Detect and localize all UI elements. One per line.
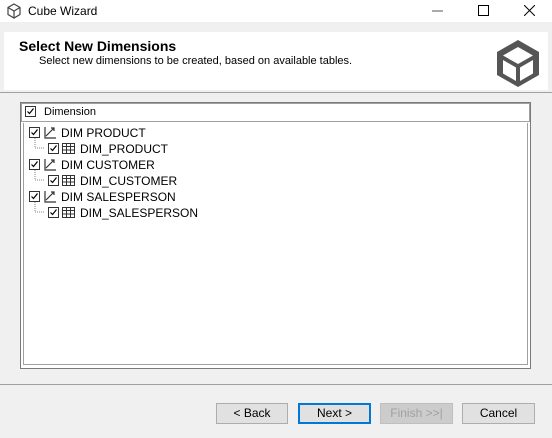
maximize-button[interactable] xyxy=(460,0,506,22)
check-icon xyxy=(31,161,38,168)
check-icon xyxy=(50,209,57,216)
tree-row-table-dim-product[interactable]: DIM_PRODUCT xyxy=(24,141,324,157)
dimension-label: DIM CUSTOMER xyxy=(61,158,155,172)
check-icon xyxy=(50,177,57,184)
check-icon xyxy=(31,193,38,200)
check-icon xyxy=(50,145,57,152)
window-title: Cube Wizard xyxy=(28,4,98,18)
tree-column-header[interactable]: Dimension xyxy=(21,103,530,122)
next-button[interactable]: Next > xyxy=(298,403,371,424)
title-bar: Cube Wizard xyxy=(0,0,552,22)
table-label: DIM_PRODUCT xyxy=(80,142,169,156)
maximize-icon xyxy=(478,5,489,16)
dimension-tree[interactable]: Dimension DIM PRODUCT DIM_PRODUCT DIM CU… xyxy=(20,102,531,369)
tree-body[interactable]: DIM PRODUCT DIM_PRODUCT DIM CUSTOMER DIM… xyxy=(23,123,528,365)
footer-divider xyxy=(0,384,552,385)
table-label: DIM_CUSTOMER xyxy=(80,174,178,188)
tree-row-dim-customer[interactable]: DIM CUSTOMER xyxy=(24,157,324,173)
dimension-checkbox[interactable] xyxy=(29,127,40,138)
table-checkbox[interactable] xyxy=(48,175,59,186)
close-icon xyxy=(524,5,535,16)
dimension-checkbox[interactable] xyxy=(29,191,40,202)
page-title: Select New Dimensions xyxy=(19,38,177,54)
select-all-checkbox[interactable] xyxy=(25,106,36,117)
table-label: DIM_SALESPERSON xyxy=(80,206,199,220)
minimize-icon xyxy=(432,10,443,12)
dimension-checkbox[interactable] xyxy=(29,159,40,170)
tree-row-dim-salesperson[interactable]: DIM SALESPERSON xyxy=(24,189,324,205)
cancel-button[interactable]: Cancel xyxy=(462,403,535,424)
check-icon xyxy=(27,108,34,115)
header-divider xyxy=(0,92,552,93)
tree-row-dim-product[interactable]: DIM PRODUCT xyxy=(24,125,324,141)
wizard-header: Select New Dimensions Select new dimensi… xyxy=(4,32,548,90)
tree-row-table-dim-salesperson[interactable]: DIM_SALESPERSON xyxy=(24,205,324,221)
column-header-label: Dimension xyxy=(44,106,96,118)
table-icon xyxy=(62,207,75,221)
page-subtitle: Select new dimensions to be created, bas… xyxy=(39,55,353,67)
table-checkbox[interactable] xyxy=(48,143,59,154)
cube-logo-icon xyxy=(493,37,543,89)
finish-button: Finish >>| xyxy=(380,403,453,424)
dimension-label: DIM PRODUCT xyxy=(61,126,146,140)
close-button[interactable] xyxy=(506,0,552,22)
table-icon xyxy=(62,143,75,157)
cube-icon xyxy=(6,3,22,19)
back-button[interactable]: < Back xyxy=(216,403,288,424)
table-icon xyxy=(62,175,75,189)
dimension-label: DIM SALESPERSON xyxy=(61,190,176,204)
check-icon xyxy=(31,129,38,136)
tree-row-table-dim-customer[interactable]: DIM_CUSTOMER xyxy=(24,173,324,189)
table-checkbox[interactable] xyxy=(48,207,59,218)
minimize-button[interactable] xyxy=(414,0,460,22)
